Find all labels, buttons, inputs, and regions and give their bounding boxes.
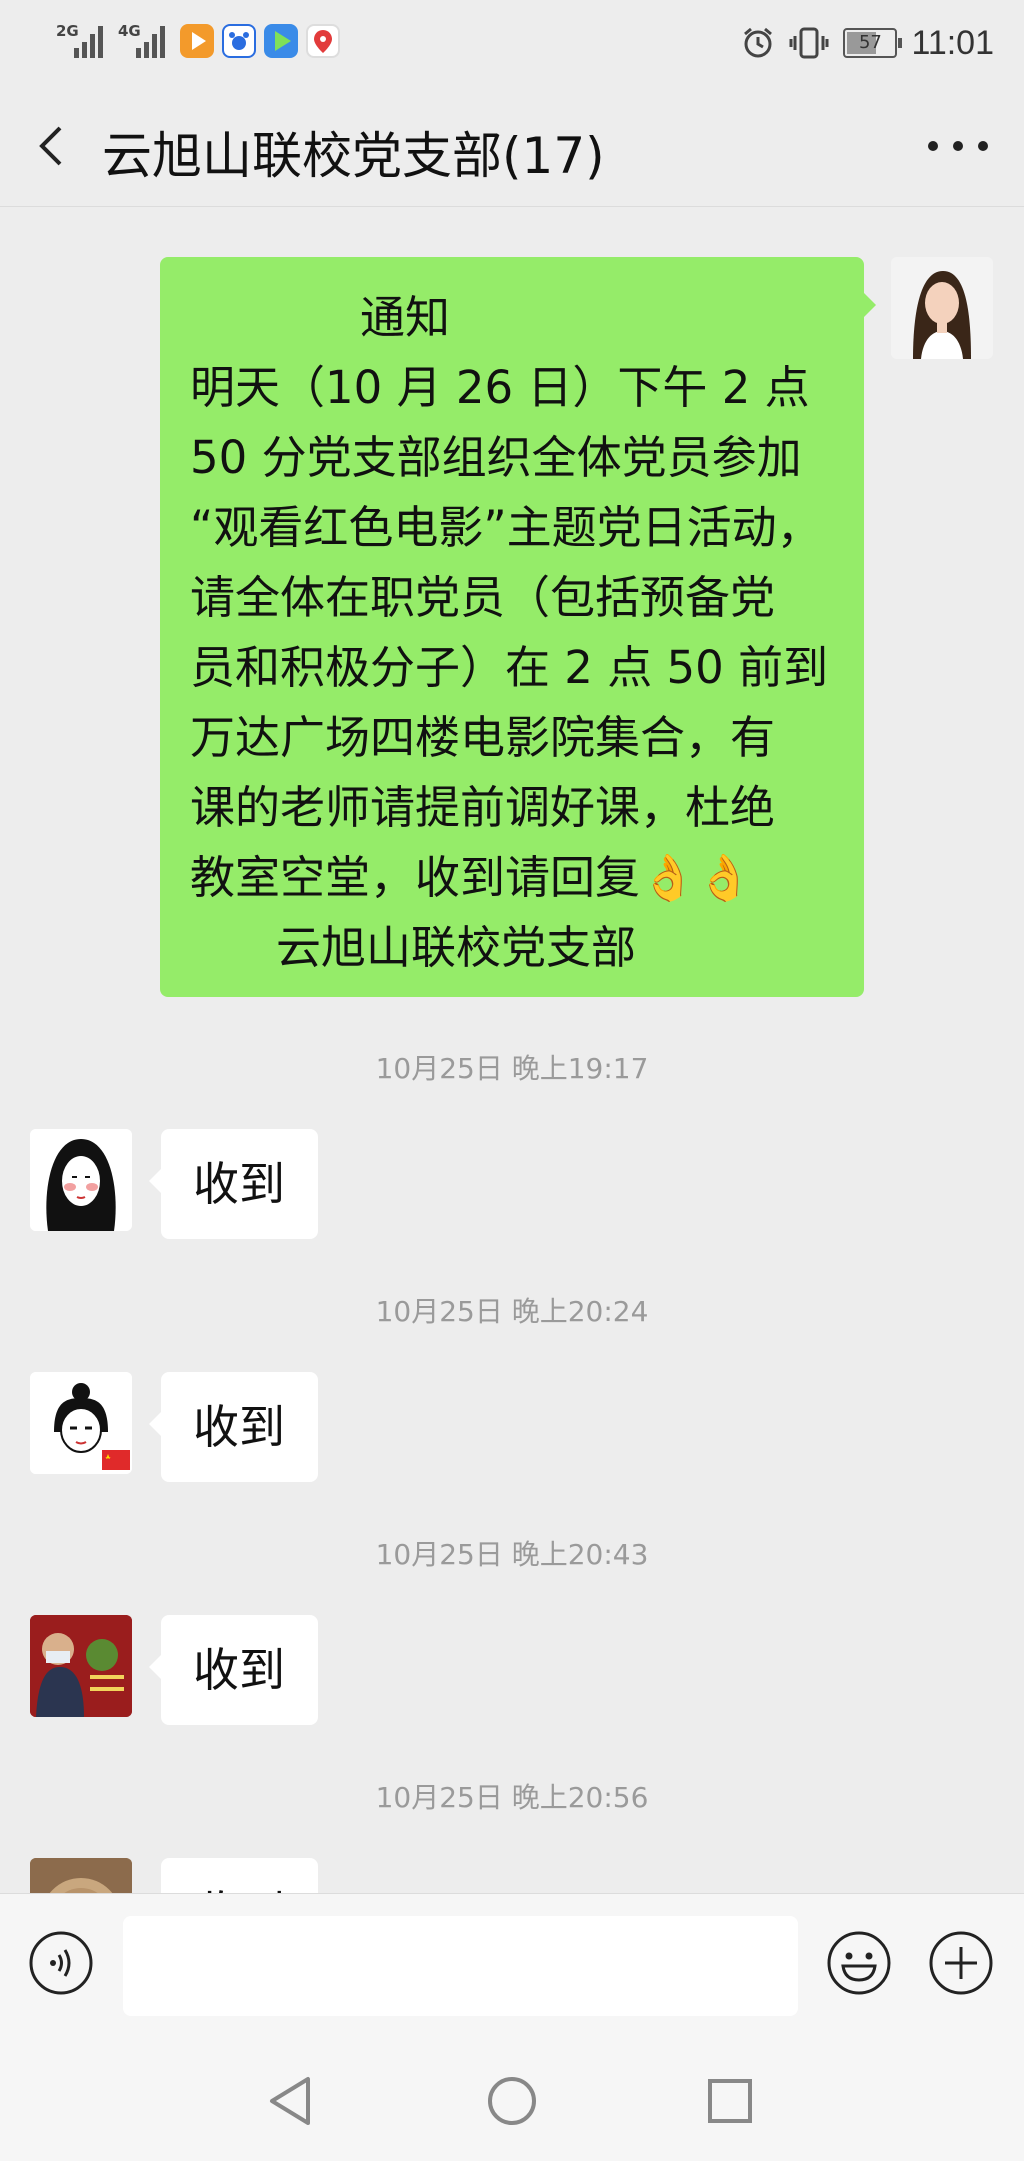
notice-bubble[interactable]: 通知 明天（10 月 26 日）下午 2 点 50 分党支部组织全体党员参加 “…: [160, 257, 876, 997]
message-bubble[interactable]: 收到: [161, 1858, 318, 1893]
voice-button[interactable]: [28, 1930, 94, 1996]
notice-signature: 云旭山联校党支部: [276, 921, 637, 974]
girl-sketch-avatar-icon: [30, 1129, 132, 1231]
alarm-icon: [744, 27, 773, 58]
tencent-video-icon: [264, 24, 298, 58]
map-app-icon: [306, 24, 340, 58]
timestamp: 10月25日 晚上19:17: [375, 1052, 649, 1085]
member-avatar-2[interactable]: [30, 1372, 132, 1474]
message-bubble[interactable]: 收到: [149, 1129, 318, 1239]
notice-line: 课的老师请提前调好课，杜绝: [190, 781, 776, 834]
message-bubble[interactable]: 收到: [149, 1615, 318, 1725]
signal-icon-2: [136, 24, 170, 58]
nav-home-icon: [488, 2077, 536, 2125]
chat-header: 云旭山联校党支部(17): [0, 86, 1024, 207]
plate-avatar-icon: [30, 1858, 132, 1893]
notice-line: “观看红色电影”主题党日活动，: [190, 501, 822, 554]
message-bubble[interactable]: 收到: [149, 1372, 318, 1482]
battery-icon: 57: [843, 28, 903, 58]
back-button[interactable]: [28, 118, 78, 174]
cartoon-girl-avatar-icon: [30, 1372, 132, 1474]
message-list[interactable]: 通知 明天（10 月 26 日）下午 2 点 50 分党支部组织全体党员参加 “…: [0, 207, 1024, 1893]
notice-title: 通知: [360, 291, 451, 344]
plus-icon: [929, 1931, 993, 1995]
member-avatar-3[interactable]: [30, 1615, 132, 1717]
notice-line: 万达广场四楼电影院集合，有: [190, 711, 776, 764]
notice-line: 明天（10 月 26 日）下午 2 点: [190, 361, 810, 414]
timestamp: 10月25日 晚上20:56: [375, 1781, 649, 1814]
timestamp: 10月25日 晚上20:24: [375, 1295, 649, 1328]
clock: 11:01: [911, 23, 994, 62]
notice-line: 请全体在职党员（包括预备党: [190, 571, 776, 624]
status-bar: 2G 4G 57 11:01: [0, 0, 1024, 86]
woman-avatar-icon: [891, 257, 993, 359]
nav-back-button[interactable]: [264, 2073, 320, 2129]
member-avatar-4[interactable]: [30, 1858, 132, 1893]
nav-home-button[interactable]: [484, 2073, 540, 2129]
nav-back-icon: [270, 2077, 310, 2125]
emoji-icon: [827, 1931, 891, 1995]
notice-line: 50 分党支部组织全体党员参加: [190, 431, 802, 484]
poster-avatar-icon: [30, 1615, 132, 1717]
system-nav-bar: [0, 2035, 1024, 2161]
nav-recent-button[interactable]: [702, 2073, 758, 2129]
input-bar: [0, 1893, 1024, 2036]
baidu-app-icon: [222, 24, 256, 58]
more-button[interactable]: [928, 138, 988, 154]
nav-recent-icon: [708, 2079, 752, 2123]
timestamp: 10月25日 晚上20:43: [375, 1538, 649, 1571]
back-arrow-icon: [39, 126, 62, 166]
notice-line: 教室空堂，收到请回复👌👌: [190, 851, 753, 904]
battery-level: 57: [858, 32, 882, 53]
more-icon: [928, 141, 938, 151]
notice-line: 员和积极分子）在 2 点 50 前到: [190, 641, 829, 694]
chat-title: 云旭山联校党支部(17): [102, 127, 605, 185]
member-avatar-1[interactable]: [30, 1129, 132, 1231]
my-avatar[interactable]: [891, 257, 993, 359]
video-app-icon: [180, 24, 214, 58]
signal-icon: [74, 24, 108, 58]
voice-icon: [29, 1931, 93, 1995]
plus-button[interactable]: [928, 1930, 994, 1996]
vibrate-icon: [789, 27, 829, 59]
emoji-button[interactable]: [826, 1930, 892, 1996]
message-input[interactable]: [123, 1916, 798, 2016]
